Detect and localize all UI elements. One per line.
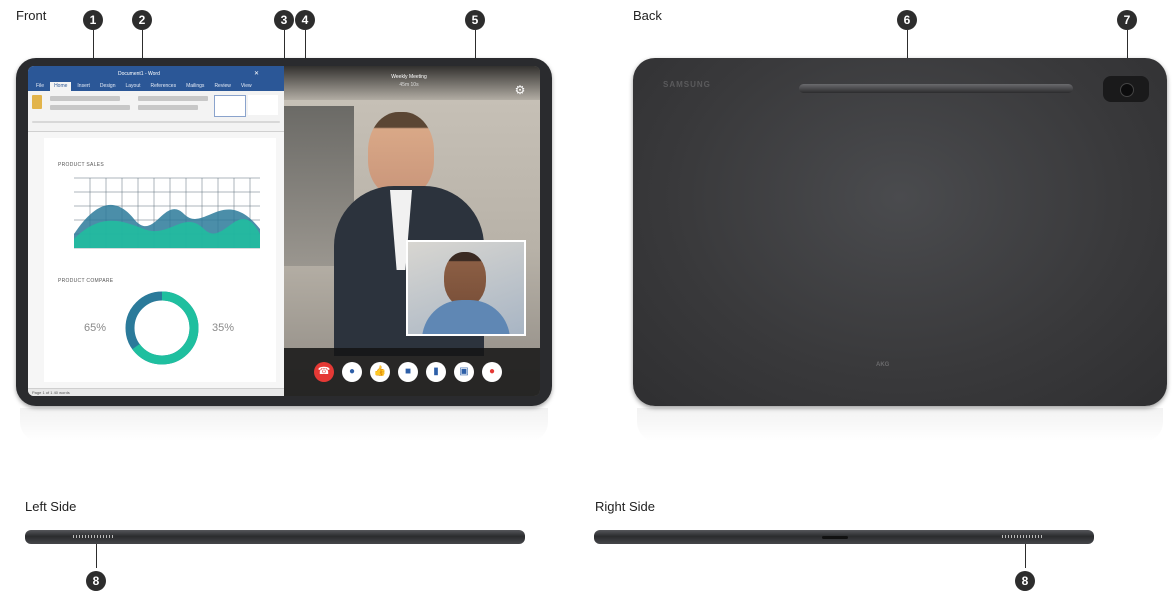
ribbon-group-labels	[32, 121, 280, 123]
callout-6: 6	[897, 10, 917, 30]
front-reflection	[20, 408, 548, 442]
donut-left-value: 65%	[84, 322, 107, 334]
tab-design: Design	[99, 83, 116, 89]
picture-in-picture[interactable]	[406, 240, 526, 336]
callout-3: 3	[274, 10, 294, 30]
callout-8-right: 8	[1015, 571, 1035, 591]
style-no-spacing	[248, 95, 278, 115]
record-icon[interactable]: ●	[482, 362, 502, 382]
tablet-screen: Document1 - Word ✕ File Home Insert Desi…	[28, 66, 540, 396]
thumbs-up-icon[interactable]: 👍	[370, 362, 390, 382]
close-icon: ✕	[254, 71, 260, 77]
tab-references: References	[150, 83, 177, 89]
pip-participant-shirt	[422, 300, 510, 334]
participant-head	[368, 112, 434, 196]
doc-status-text: Page 1 of 1 40 words	[32, 390, 70, 395]
microphone-icon[interactable]: ●	[342, 362, 362, 382]
callout-5: 5	[465, 10, 485, 30]
right-side-view	[594, 530, 1094, 544]
video-call-app: Weekly Meeting 45m 10s ⚙ ☎ ● 👍 ■ ▮ ▣ ●	[284, 66, 540, 396]
doc-title-bar: Document1 - Word ✕	[28, 66, 284, 82]
end-call-icon[interactable]: ☎	[314, 362, 334, 382]
tab-file: File	[36, 83, 45, 89]
right-speaker-grille	[1002, 535, 1044, 538]
callout-7: 7	[1117, 10, 1137, 30]
donut-right-value: 35%	[212, 322, 235, 334]
pip-participant-head	[444, 252, 486, 306]
video-header: Weekly Meeting 45m 10s ⚙	[284, 66, 540, 100]
back-reflection	[637, 408, 1163, 442]
back-label: Back	[633, 8, 662, 23]
right-side-label: Right Side	[595, 499, 655, 514]
call-title: Weekly Meeting	[391, 74, 427, 80]
leader-line-1	[93, 30, 94, 58]
call-controls: ☎ ● 👍 ■ ▮ ▣ ●	[284, 348, 540, 396]
document-page: PRODUCT SALES PRODUCT COMPARE 65% 35%	[44, 138, 276, 382]
style-normal	[214, 95, 246, 117]
doc-title: Document1 - Word	[118, 71, 160, 77]
doc-ribbon-tools	[28, 91, 284, 132]
font-row	[50, 96, 120, 101]
align-row	[138, 105, 198, 110]
tab-layout: Layout	[125, 83, 141, 89]
document-app: Document1 - Word ✕ File Home Insert Desi…	[28, 66, 284, 396]
callout-2: 2	[132, 10, 152, 30]
clipboard-icon[interactable]: ▮	[426, 362, 446, 382]
left-side-view	[25, 530, 525, 544]
leader-line-5	[475, 30, 476, 58]
camera-module	[1103, 76, 1149, 102]
tab-insert: Insert	[77, 83, 90, 89]
tablet-front: Document1 - Word ✕ File Home Insert Desi…	[16, 58, 552, 406]
product-compare-donut	[125, 291, 199, 365]
screen-share-icon[interactable]: ▣	[454, 362, 474, 382]
tab-mailings: Mailings	[186, 83, 205, 89]
leader-line-2	[142, 30, 143, 58]
usb-c-port	[822, 536, 848, 539]
tablet-back: SAMSUNG AKG	[633, 58, 1167, 406]
donut-heading: PRODUCT COMPARE	[58, 278, 114, 284]
akg-mark: AKG	[876, 362, 890, 368]
doc-status-bar: Page 1 of 1 40 words	[28, 388, 284, 396]
tab-review: Review	[214, 83, 231, 89]
chart-heading: PRODUCT SALES	[58, 162, 105, 168]
left-side-label: Left Side	[25, 499, 77, 514]
brand-logo: SAMSUNG	[663, 80, 711, 89]
tab-home: Home	[50, 82, 72, 91]
leader-line-8-left	[96, 544, 97, 568]
chat-icon[interactable]: ■	[398, 362, 418, 382]
call-duration: 45m 10s	[399, 82, 419, 88]
callout-8-left: 8	[86, 571, 106, 591]
product-sales-chart	[74, 177, 260, 249]
leader-line-8-right	[1025, 544, 1026, 568]
camera-lens-icon	[1120, 83, 1134, 97]
callout-4: 4	[295, 10, 315, 30]
gear-icon[interactable]: ⚙	[514, 84, 526, 96]
doc-ribbon-tabs: File Home Insert Design Layout Reference…	[28, 82, 284, 91]
callout-1: 1	[83, 10, 103, 30]
s-pen-slot	[799, 84, 1073, 93]
front-label: Front	[16, 8, 47, 23]
format-row	[50, 105, 130, 110]
paste-icon	[32, 95, 42, 109]
tab-view: View	[240, 83, 252, 89]
left-speaker-grille	[73, 535, 115, 538]
paragraph-row	[138, 96, 208, 101]
